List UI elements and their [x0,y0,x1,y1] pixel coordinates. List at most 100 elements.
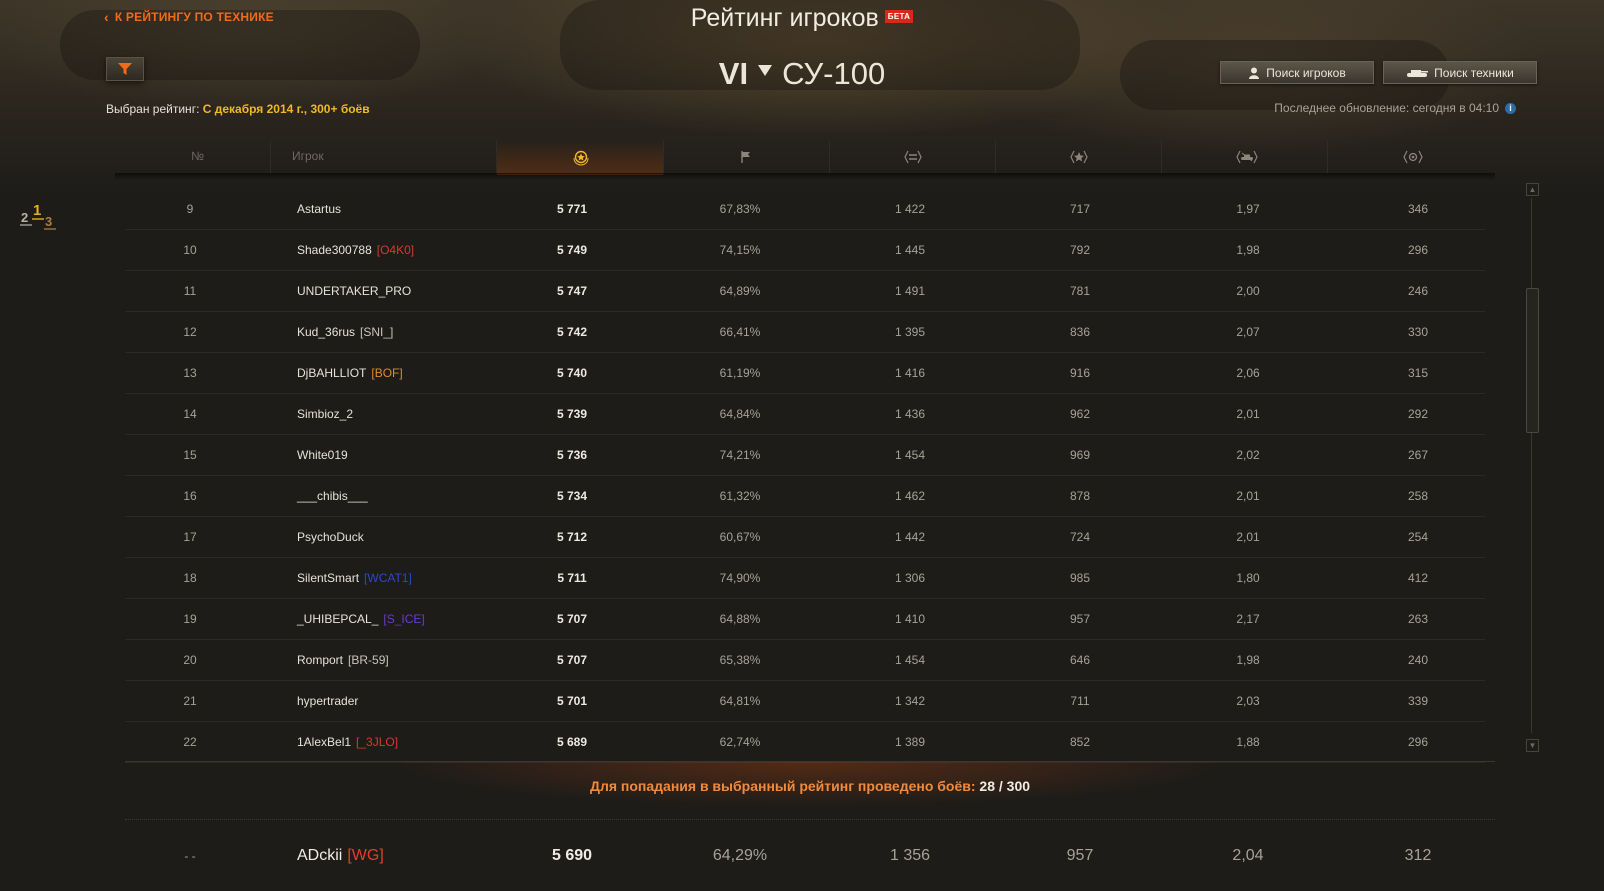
row-rank: 19 [183,612,197,626]
my-clan-tag[interactable]: [WG] [347,847,383,864]
row-win-rate: 61,32% [719,489,761,503]
clan-tag[interactable]: [O4K0] [377,243,414,257]
table-row[interactable]: 18 SilentSmart [WCAT1] 5 711 74,90% 1 306 985 1… [125,558,1485,599]
row-rank: 21 [183,694,197,708]
rating-table-body: 9 Astartus 5 771 67,83% 1 422 717 1,97 346 10 Sha… [125,189,1485,763]
row-player: ___chibis___ [297,476,373,516]
player-name[interactable]: _UHIBEPCAL_ [297,612,378,626]
table-row[interactable]: 11 UNDERTAKER_PRO 5 747 64,89% 1 491 781 2,00 2… [125,271,1485,312]
player-name[interactable]: Astartus [297,202,341,216]
player-name[interactable]: UNDERTAKER_PRO [297,284,411,298]
search-vehicles-button[interactable]: Поиск техники [1383,61,1537,84]
table-row[interactable]: 22 1AlexBel1 [_3JLO] 5 689 62,74% 1 389 852 1,8… [125,722,1485,763]
table-row[interactable]: 21 hypertrader 5 701 64,81% 1 342 711 2,03 339 [125,681,1485,722]
row-player: PsychoDuck [297,517,369,557]
row-player: 1AlexBel1 [_3JLO] [297,722,398,762]
column-win-rate[interactable] [663,140,830,173]
table-row[interactable]: 17 PsychoDuck 5 712 60,67% 1 442 724 2,01 254 [125,517,1485,558]
table-row[interactable]: 14 Simbioz_2 5 739 64,84% 1 436 962 2,01 292 [125,394,1485,435]
my-experience: 957 [1066,847,1094,864]
player-name[interactable]: Simbioz_2 [297,407,353,421]
row-rank: 11 [183,284,197,298]
table-row[interactable]: 9 Astartus 5 771 67,83% 1 422 717 1,97 346 [125,189,1485,230]
table-row[interactable]: 16 ___chibis___ 5 734 61,32% 1 462 878 2,01 258 [125,476,1485,517]
row-experience: 646 [1069,653,1091,667]
scroll-up-icon[interactable]: ▲ [1526,183,1539,196]
row-player: White019 [297,435,353,475]
top-rankings-badge-icon[interactable]: 2 1 3 [18,202,60,232]
scroll-track [1531,198,1532,733]
table-row[interactable]: 12 Kud_36rus [SNI_] 5 742 66,41% 1 395 836 2,07… [125,312,1485,353]
row-spotting: 315 [1407,366,1429,380]
scrollbar[interactable]: ▲ ▼ [1525,183,1539,753]
my-player-name[interactable]: ADckii [297,847,342,864]
scroll-thumb[interactable] [1526,288,1539,433]
player-name[interactable]: ___chibis___ [297,489,368,503]
table-row[interactable]: 20 Romport [BR-59] 5 707 65,38% 1 454 646 1,98 2… [125,640,1485,681]
clan-tag[interactable]: [BOF] [371,366,402,380]
column-spotting[interactable] [1327,140,1495,173]
my-kills: 2,04 [1232,847,1264,864]
row-win-rate: 74,90% [719,571,761,585]
row-kills: 2,07 [1236,325,1260,339]
column-experience[interactable] [995,140,1162,173]
row-rank: 13 [183,366,197,380]
player-name[interactable]: PsychoDuck [297,530,364,544]
scroll-down-icon[interactable]: ▼ [1526,739,1539,752]
table-row[interactable]: 15 White019 5 736 74,21% 1 454 969 2,02 267 [125,435,1485,476]
clan-tag[interactable]: [WCAT1] [364,571,412,585]
svg-text:3: 3 [45,214,52,229]
player-name[interactable]: hypertrader [297,694,358,708]
clan-tag[interactable]: [_3JLO] [356,735,398,749]
column-damage[interactable] [829,140,996,173]
spotting-icon [1403,150,1423,164]
column-player[interactable]: Игрок [270,140,497,173]
row-win-rate: 67,83% [719,202,761,216]
clan-tag[interactable]: [S_ICE] [383,612,424,626]
player-name[interactable]: Shade300788 [297,243,372,257]
column-rank[interactable]: № [125,140,271,173]
info-icon[interactable]: i [1505,102,1516,114]
search-vehicles-label: Поиск техники [1434,65,1514,80]
table-row[interactable]: 13 DjBAHLLIOT [BOF] 5 740 61,19% 1 416 916 2,06… [125,353,1485,394]
tank-icon [1407,70,1429,77]
row-win-rate: 61,19% [719,366,761,380]
filter-button[interactable] [106,57,144,81]
row-rank: 16 [183,489,197,503]
clan-tag[interactable]: [SNI_] [360,325,393,339]
row-kills: 2,01 [1236,530,1260,544]
row-rating: 5 742 [556,325,588,339]
row-win-rate: 64,81% [719,694,761,708]
search-players-button[interactable]: Поиск игроков [1220,61,1374,84]
selected-rating-value[interactable]: С декабря 2014 г., 300+ боёв [203,102,370,116]
row-player: hypertrader [297,681,363,721]
column-kills[interactable] [1161,140,1328,173]
row-damage: 1 454 [894,448,926,462]
row-spotting: 292 [1407,407,1429,421]
caret-down-icon[interactable] [758,65,773,76]
row-player: _UHIBEPCAL_ [S_ICE] [297,599,425,639]
row-win-rate: 62,74% [719,735,761,749]
row-rating: 5 739 [556,407,588,421]
row-win-rate: 66,41% [719,325,761,339]
row-rating: 5 771 [556,202,588,216]
player-name[interactable]: Kud_36rus [297,325,355,339]
player-name[interactable]: Romport [297,653,343,667]
row-experience: 916 [1069,366,1091,380]
row-rank: 22 [183,735,197,749]
table-row[interactable]: 19 _UHIBEPCAL_ [S_ICE] 5 707 64,88% 1 410 957 2… [125,599,1485,640]
row-experience: 957 [1069,612,1091,626]
player-name[interactable]: SilentSmart [297,571,359,585]
column-rating[interactable] [497,140,664,175]
row-win-rate: 74,15% [719,243,761,257]
svg-text:1: 1 [33,202,41,219]
player-name[interactable]: DjBAHLLIOT [297,366,366,380]
row-experience: 792 [1069,243,1091,257]
clan-tag[interactable]: [BR-59] [348,653,389,667]
row-damage: 1 462 [894,489,926,503]
table-row[interactable]: 10 Shade300788 [O4K0] 5 749 74,15% 1 445 792 1,… [125,230,1485,271]
player-name[interactable]: 1AlexBel1 [297,735,351,749]
player-name[interactable]: White019 [297,448,348,462]
selected-rating-label: Выбран рейтинг: [106,102,203,116]
current-player-row[interactable]: - - ADckii [WG] 5 690 64,29% 1 356 957 2,… [125,836,1495,876]
